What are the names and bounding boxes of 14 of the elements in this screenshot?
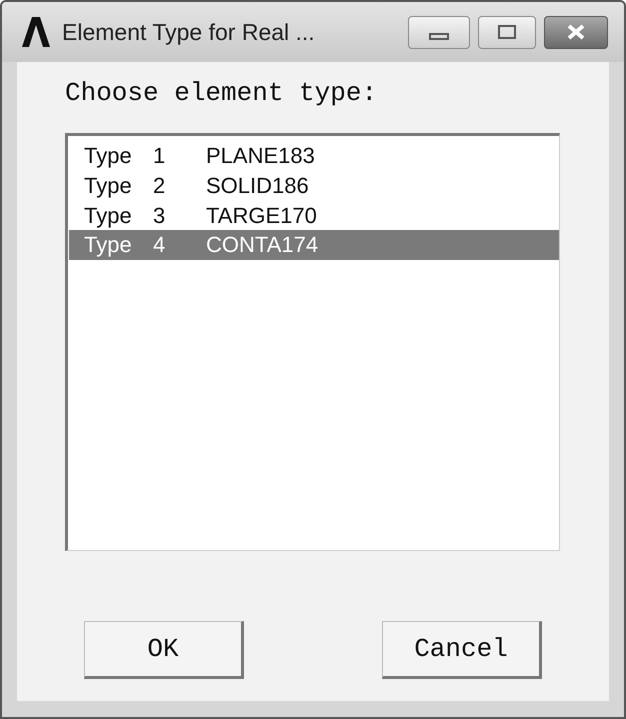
ok-button[interactable]: OK <box>84 621 244 679</box>
prompt-label: Choose element type: <box>65 77 378 110</box>
list-item[interactable]: Type 1 PLANE183 <box>69 140 559 170</box>
close-button[interactable] <box>544 16 608 48</box>
list-item[interactable]: Type 4 CONTA174 <box>69 230 559 260</box>
maximize-icon <box>498 25 516 39</box>
cancel-button[interactable]: Cancel <box>382 621 542 679</box>
list-item[interactable]: Type 2 SOLID186 <box>69 170 559 200</box>
minimize-icon <box>429 32 449 40</box>
minimize-button[interactable] <box>408 16 470 48</box>
close-icon <box>566 24 586 40</box>
maximize-button[interactable] <box>478 16 536 48</box>
window-title: Element Type for Real ... <box>62 18 315 47</box>
list-item[interactable]: Type 3 TARGE170 <box>69 200 559 230</box>
